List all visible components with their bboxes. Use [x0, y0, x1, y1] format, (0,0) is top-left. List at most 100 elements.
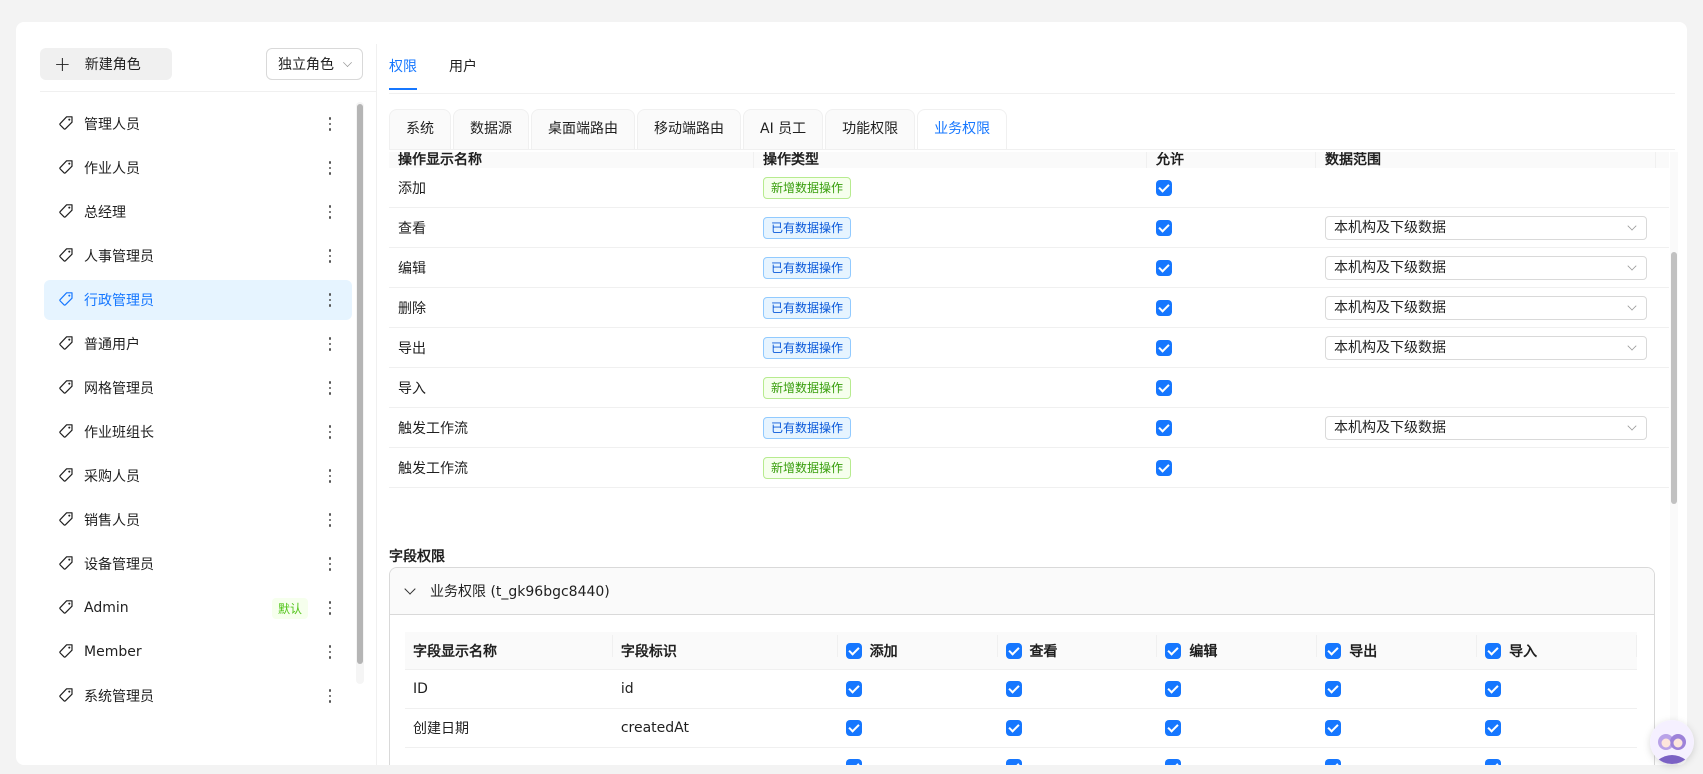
- assistant-avatar[interactable]: [1650, 720, 1694, 764]
- allow-checkbox[interactable]: [1156, 219, 1172, 236]
- header-op-label: 查看: [1029, 643, 1058, 660]
- field-op-checkbox[interactable]: [845, 759, 862, 765]
- role-item[interactable]: Admin 默认: [44, 588, 352, 628]
- sub-tab[interactable]: 业务权限: [917, 109, 1008, 149]
- more-options-icon[interactable]: [322, 114, 338, 134]
- select-all-checkbox[interactable]: [1005, 642, 1022, 659]
- tab-permissions[interactable]: 权限: [389, 52, 417, 90]
- tag-icon: [58, 379, 76, 397]
- sub-tab[interactable]: 桌面端路由: [531, 109, 635, 149]
- role-label: 设备管理员: [84, 557, 154, 573]
- content-scrollbar[interactable]: [1670, 152, 1678, 765]
- more-options-icon[interactable]: [322, 686, 338, 706]
- field-op-checkbox[interactable]: [1325, 720, 1342, 736]
- more-options-icon[interactable]: [322, 642, 338, 662]
- role-item[interactable]: 设备管理员: [44, 544, 352, 584]
- role-item[interactable]: 人事管理员: [44, 236, 352, 276]
- role-item[interactable]: 销售人员: [44, 500, 352, 540]
- op-name: 删除: [398, 300, 426, 317]
- header-field-name: 字段显示名称: [405, 634, 613, 661]
- field-op-checkbox[interactable]: [1005, 720, 1022, 736]
- allow-checkbox[interactable]: [1156, 419, 1172, 436]
- field-op-checkbox[interactable]: [1325, 681, 1342, 697]
- field-op-checkbox[interactable]: [845, 681, 862, 697]
- role-mode-select[interactable]: 独立角色: [266, 48, 363, 80]
- allow-cell: [1147, 379, 1316, 396]
- field-op-checkbox[interactable]: [1165, 720, 1182, 736]
- more-options-icon[interactable]: [322, 290, 338, 310]
- select-all-checkbox[interactable]: [1325, 642, 1342, 659]
- field-op-cell: [1477, 681, 1637, 697]
- field-op-checkbox[interactable]: [1005, 681, 1022, 697]
- scope-select[interactable]: 本机构及下级数据: [1325, 215, 1647, 240]
- allow-checkbox[interactable]: [1156, 459, 1172, 476]
- field-op-checkbox[interactable]: [1165, 681, 1182, 697]
- more-options-icon[interactable]: [322, 246, 338, 266]
- header-op-label: 导入: [1509, 643, 1538, 660]
- allow-checkbox[interactable]: [1156, 379, 1172, 396]
- more-options-icon[interactable]: [322, 510, 338, 530]
- role-item[interactable]: Member: [44, 632, 352, 672]
- scrollbar-thumb[interactable]: [1671, 252, 1677, 504]
- scope-cell: 本机构及下级数据: [1316, 335, 1656, 360]
- select-all-checkbox[interactable]: [845, 642, 862, 659]
- op-name: 触发工作流: [398, 420, 468, 437]
- role-item[interactable]: 普通用户: [44, 324, 352, 364]
- select-all-checkbox[interactable]: [1485, 642, 1502, 659]
- more-options-icon[interactable]: [322, 202, 338, 222]
- sub-tab[interactable]: AI 员工: [743, 109, 824, 149]
- scope-select[interactable]: 本机构及下级数据: [1325, 335, 1647, 360]
- sub-tab[interactable]: 系统: [389, 109, 451, 149]
- role-item[interactable]: 管理人员: [44, 104, 352, 144]
- field-permissions-title: 字段权限: [389, 549, 445, 565]
- role-list-scrollbar[interactable]: [356, 102, 364, 684]
- allow-checkbox[interactable]: [1156, 179, 1172, 196]
- chevron-down-icon: [404, 583, 416, 595]
- role-item[interactable]: 采购人员: [44, 456, 352, 496]
- more-options-icon[interactable]: [322, 422, 338, 442]
- scope-select[interactable]: 本机构及下级数据: [1325, 415, 1647, 440]
- allow-checkbox[interactable]: [1156, 259, 1172, 276]
- tab-users[interactable]: 用户: [449, 52, 477, 90]
- op-type-cell: 新增数据操作: [754, 176, 1147, 199]
- allow-checkbox[interactable]: [1156, 339, 1172, 356]
- more-options-icon[interactable]: [322, 334, 338, 354]
- more-options-icon[interactable]: [322, 466, 338, 486]
- role-item[interactable]: 作业人员: [44, 148, 352, 188]
- more-options-icon[interactable]: [322, 158, 338, 178]
- role-item[interactable]: 网格管理员: [44, 368, 352, 408]
- new-role-button[interactable]: + 新建角色: [40, 48, 172, 80]
- table-row: 删除 已有数据操作 本机构及下级数据: [389, 288, 1669, 328]
- scope-select[interactable]: 本机构及下级数据: [1325, 255, 1647, 280]
- scope-select[interactable]: 本机构及下级数据: [1325, 295, 1647, 320]
- select-all-checkbox[interactable]: [1165, 642, 1182, 659]
- field-op-checkbox[interactable]: [1165, 759, 1182, 765]
- role-item[interactable]: 系统管理员: [44, 676, 352, 716]
- sub-tab[interactable]: 移动端路由: [637, 109, 741, 149]
- field-op-checkbox[interactable]: [1005, 759, 1022, 765]
- header-op-label: 编辑: [1189, 643, 1218, 660]
- collapse-title: 业务权限 (t_gk96bgc8440): [430, 584, 610, 600]
- header-op-2: 编辑: [1157, 634, 1318, 661]
- default-badge: 默认: [271, 598, 308, 619]
- role-item[interactable]: 作业班组长: [44, 412, 352, 452]
- field-op-checkbox[interactable]: [1485, 720, 1502, 736]
- more-options-icon[interactable]: [322, 378, 338, 398]
- role-item[interactable]: 行政管理员: [44, 280, 352, 320]
- allow-checkbox[interactable]: [1156, 299, 1172, 316]
- field-rows: ID id 创建日期 createdAt: [405, 670, 1637, 765]
- field-op-checkbox[interactable]: [1485, 759, 1502, 765]
- more-options-icon[interactable]: [322, 554, 338, 574]
- sub-tab[interactable]: 数据源: [453, 109, 529, 149]
- tag-icon: [58, 687, 76, 705]
- role-item[interactable]: 总经理: [44, 192, 352, 232]
- more-options-icon[interactable]: [322, 598, 338, 618]
- field-op-checkbox[interactable]: [1485, 681, 1502, 697]
- scrollbar-thumb[interactable]: [357, 104, 363, 664]
- field-op-checkbox[interactable]: [845, 720, 862, 736]
- divider: [389, 149, 1675, 150]
- sub-tab[interactable]: 功能权限: [825, 109, 916, 149]
- field-op-checkbox[interactable]: [1325, 759, 1342, 765]
- table-row: ID id: [405, 670, 1637, 709]
- collapse-header[interactable]: 业务权限 (t_gk96bgc8440): [390, 568, 1654, 615]
